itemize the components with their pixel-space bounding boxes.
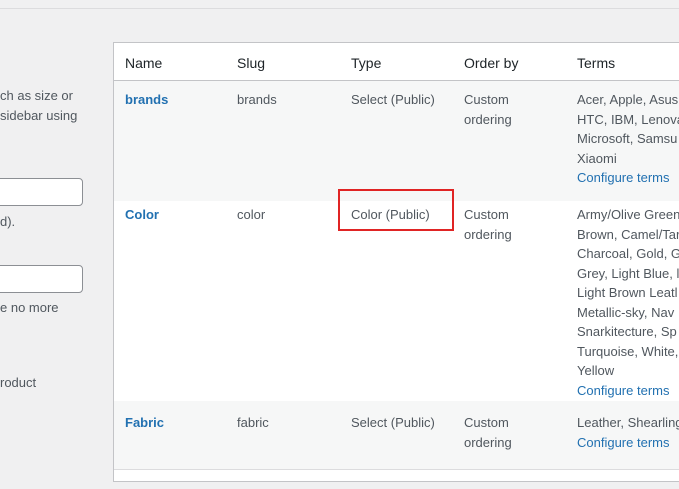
terms-line: Grey, Light Blue, l: [577, 265, 679, 281]
attribute-terms: Acer, Apple, Asus HTC, IBM, Lenova Micro…: [577, 90, 679, 188]
terms-line: Turquoise, White,: [577, 343, 679, 359]
table-row: Fabric fabric Select (Public) Custom ord…: [114, 401, 679, 469]
terms-line: Snarkitecture, Sp: [577, 324, 677, 339]
table-row: brands brands Select (Public) Custom ord…: [114, 81, 679, 201]
help-text: roduct: [0, 375, 37, 390]
configure-terms-link[interactable]: Configure terms: [577, 168, 679, 188]
configure-terms-link[interactable]: Configure terms: [577, 433, 679, 453]
terms-line: Yellow: [577, 363, 615, 378]
terms-line: Light Brown Leatl: [577, 285, 678, 300]
table-row: Color color Color (Public) Custom orderi…: [114, 201, 679, 401]
terms-line: Charcoal, Gold, G: [577, 246, 679, 261]
column-header-terms: Terms: [577, 55, 616, 71]
attribute-slug: brands: [237, 92, 277, 107]
attribute-order-by: Custom ordering: [464, 207, 512, 242]
help-text: e no more: [0, 300, 59, 315]
attribute-name-link[interactable]: Color: [125, 207, 159, 222]
column-header-order-by[interactable]: Order by: [464, 54, 518, 74]
table-header-row: Name Slug Type Order by Terms: [114, 43, 679, 81]
attribute-terms: Army/Olive Green Brown, Camel/Tar Charco…: [577, 205, 679, 400]
configure-terms-link[interactable]: Configure terms: [577, 381, 679, 401]
description-text: ch as size or: [0, 88, 73, 103]
terms-line: Brown, Camel/Tar: [577, 226, 679, 242]
attribute-order-by: Custom ordering: [464, 415, 512, 450]
terms-line: Army/Olive Green: [577, 207, 679, 222]
attribute-terms: Leather, Shearling Configure terms: [577, 413, 679, 452]
terms-line: HTC, IBM, Lenova: [577, 111, 679, 127]
attribute-type: Select (Public): [351, 415, 435, 430]
attributes-table: Name Slug Type Order by Terms brands bra…: [113, 42, 679, 482]
terms-line: Xiaomi: [577, 150, 617, 166]
terms-line: Microsoft, Samsu: [577, 131, 678, 146]
attribute-name-link[interactable]: Fabric: [125, 415, 164, 430]
column-header-name[interactable]: Name: [125, 54, 162, 74]
column-header-slug[interactable]: Slug: [237, 54, 265, 74]
table-row: [114, 469, 679, 489]
column-header-type[interactable]: Type: [351, 54, 381, 74]
attribute-order-by: Custom ordering: [464, 92, 512, 127]
attribute-slug: fabric: [237, 415, 269, 430]
attribute-type: Select (Public): [351, 92, 435, 107]
attribute-name-link[interactable]: brands: [125, 92, 168, 107]
attribute-slug: color: [237, 207, 266, 222]
terms-line: Acer, Apple, Asus: [577, 92, 679, 107]
type-highlight-box: [338, 189, 454, 231]
terms-line: Metallic-sky, Nav: [577, 304, 675, 320]
help-text: d).: [0, 214, 16, 229]
description-text: sidebar using: [0, 108, 78, 123]
slug-field[interactable]: [0, 265, 83, 293]
add-attribute-panel: ch as size or sidebar using d). e no mor…: [0, 0, 110, 473]
terms-line: Leather, Shearling: [577, 415, 679, 430]
name-field[interactable]: [0, 178, 83, 206]
